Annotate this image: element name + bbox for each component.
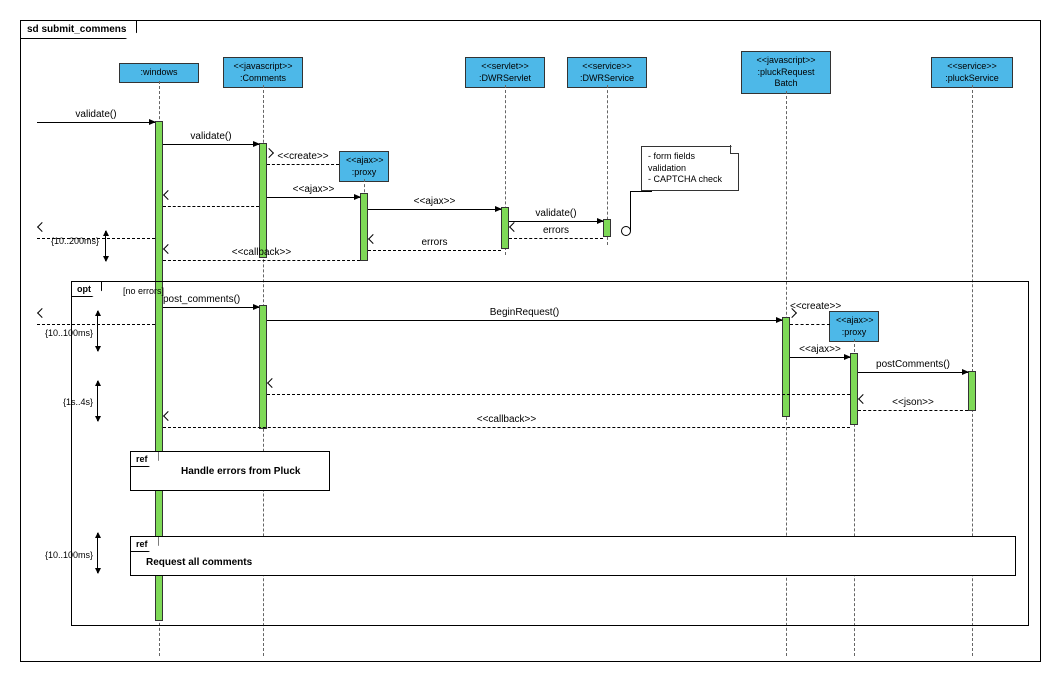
lifeline-pluckreq-head: <<javascript>>:pluckRequest Batch [741,51,831,94]
lifeline-windows-head: :windows [119,63,199,83]
lifeline-label: :pluckService [938,73,1006,85]
msg-return-comments [267,383,850,395]
msg-label: <<json>> [858,397,968,408]
msg-post-comments-svc: postComments() [858,361,968,373]
frame-title-text: sd submit_commens [27,24,126,35]
note-line: - CAPTCHA check [648,174,732,186]
fragment-opt-tag: opt [71,281,102,297]
msg-label: <<ajax>> [790,344,850,355]
msg-label: validate() [509,208,603,219]
lifeline-label: :proxy [346,167,382,179]
stereotype-text: <<service>> [938,61,1006,73]
activation-dwrservlet [501,207,509,249]
activation-proxy1 [360,193,368,261]
msg-begin-request: BeginRequest() [267,309,782,321]
msg-ajax-proxy2: <<ajax>> [790,346,850,358]
fragment-ref2: ref Request all comments [130,536,1016,576]
lifeline-label: :DWRServlet [472,73,538,85]
frame-title: sd submit_commens [20,20,137,39]
guard-text: [no errors] [123,286,164,296]
msg-label: post_comments() [163,294,259,305]
lifeline-dwrservlet-head: <<servlet>>:DWRServlet [465,57,545,88]
lifeline-label: :pluckRequest Batch [748,67,824,90]
msg-validate-external: validate() [37,111,155,123]
lifeline-label: :DWRService [574,73,640,85]
duration-3-bar [97,381,98,421]
msg-callback-return: <<callback>> [163,249,360,261]
msg-label: BeginRequest() [267,307,782,318]
fragment-ref1-tag: ref [130,451,159,467]
lifeline-dwrservice-head: <<service>>:DWRService [567,57,647,88]
duration-text: {10..100ms} [45,328,93,338]
duration-2-bar [97,311,98,351]
opt-guard: [no errors] [123,286,164,296]
fragment-ref1: ref Handle errors from Pluck [130,451,330,491]
msg-callback-return2: <<callback>> [163,416,850,428]
duration-2-label: {10..100ms} [45,328,93,338]
duration-text: {10..100ms} [45,550,93,560]
stereotype-text: <<ajax>> [346,155,382,167]
ref2-title: Request all comments [146,557,252,568]
lifeline-comments-head: <<javascript>>:Comments [223,57,303,88]
duration-1-label: {10..200ms} [49,236,99,246]
duration-4-bar [97,533,98,573]
msg-ajax-to-proxy1: <<ajax>> [267,186,360,198]
msg-validate-to-service: validate() [509,210,603,222]
note-anchor-line [630,191,652,231]
stereotype-text: <<javascript>> [230,61,296,73]
lifeline-pluckservice-head: <<service>>:pluckService [931,57,1013,88]
duration-3-label: {1s..4s} [57,397,93,407]
note-line: validation [648,163,732,175]
fragment-tag-text: ref [136,539,148,549]
msg-label: validate() [163,131,259,142]
duration-text: {1s..4s} [63,397,93,407]
note-line: - form fields [648,151,732,163]
stereotype-text: <<javascript>> [748,55,824,67]
msg-label: <<create>> [267,151,339,162]
msg-json-return: <<json>> [858,399,968,411]
msg-label: errors [368,237,501,248]
msg-label: <<ajax>> [368,196,501,207]
msg-label: <<callback>> [163,414,850,425]
fragment-tag-text: opt [77,284,91,294]
msg-validate-to-comments: validate() [163,133,259,145]
msg-label: validate() [37,109,155,120]
duration-4-label: {10..100ms} [45,550,93,560]
stereotype-text: <<servlet>> [472,61,538,73]
msg-label: <<callback>> [163,247,360,258]
msg-errors-return1: errors [509,227,603,239]
msg-return-windows [163,195,259,207]
msg-label: postComments() [858,359,968,370]
activation-comments-1 [259,143,267,258]
note-validation: - form fields validation - CAPTCHA check [641,146,739,191]
msg-label: <<create>> [790,301,830,312]
msg-create-proxy2: <<create>> [790,313,830,325]
msg-post-comments: post_comments() [163,296,259,308]
sequence-diagram-frame: sd submit_commens :windows <<javascript>… [20,20,1041,662]
lifeline-label: :Comments [230,73,296,85]
msg-create-proxy1: <<create>> [267,153,339,165]
ref1-title: Handle errors from Pluck [181,466,300,477]
fragment-ref2-tag: ref [130,536,159,552]
msg-ajax-to-servlet: <<ajax>> [368,198,501,210]
duration-text: {10..200ms} [51,236,99,246]
activation-dwrservice [603,219,611,237]
msg-label: <<ajax>> [267,184,360,195]
stereotype-text: <<service>> [574,61,640,73]
lifeline-label: :windows [140,67,177,77]
fragment-tag-text: ref [136,454,148,464]
duration-1-bar [105,231,106,261]
msg-errors-return2: errors [368,239,501,251]
msg-label: errors [509,225,603,236]
lifeline-proxy1-head: <<ajax>>:proxy [339,151,389,182]
